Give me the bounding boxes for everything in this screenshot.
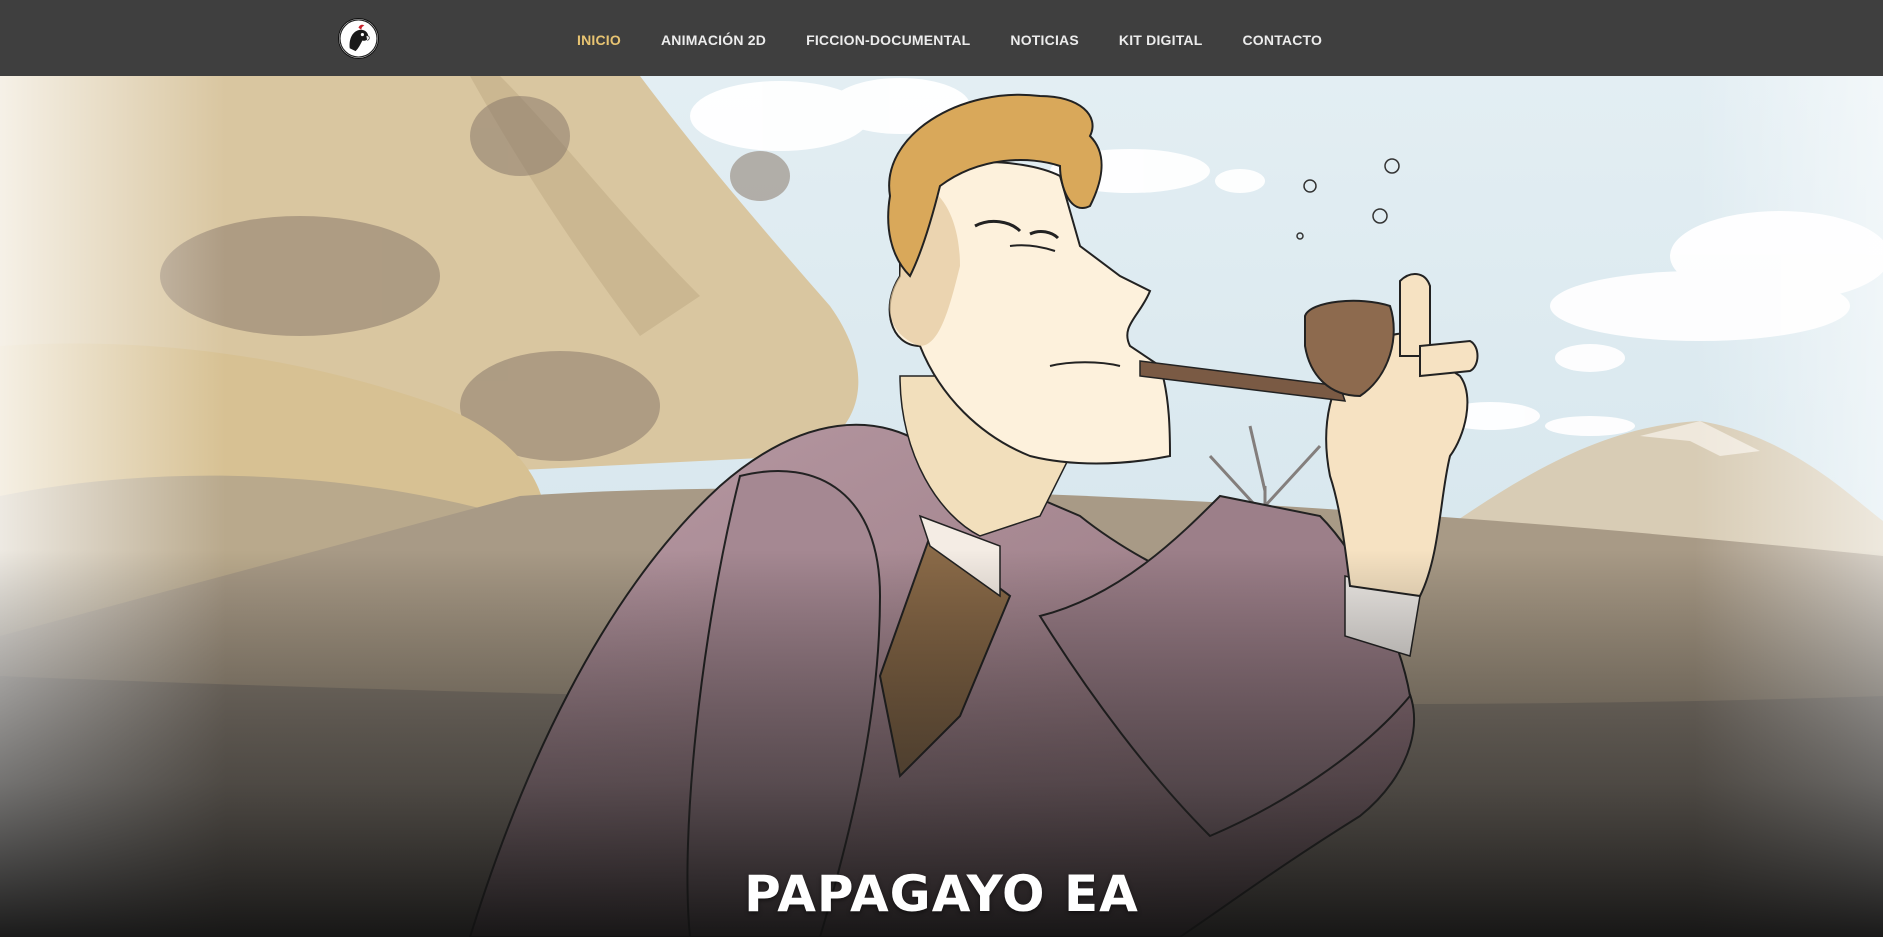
nav-ficcion-documental[interactable]: FICCION-DOCUMENTAL [806, 32, 970, 48]
nav-animacion-2d[interactable]: ANIMACIÓN 2D [661, 32, 766, 48]
hero-banner: PAPAGAYO EA [0, 76, 1883, 937]
main-menu: INICIO ANIMACIÓN 2D FICCION-DOCUMENTAL N… [577, 0, 1362, 80]
parrot-logo-icon[interactable] [339, 19, 378, 58]
top-navigation-bar: INICIO ANIMACIÓN 2D FICCION-DOCUMENTAL N… [0, 0, 1883, 76]
hero-illustration [0, 76, 1883, 937]
nav-noticias[interactable]: NOTICIAS [1010, 32, 1079, 48]
nav-kit-digital[interactable]: KIT DIGITAL [1119, 32, 1203, 48]
nav-contacto[interactable]: CONTACTO [1243, 32, 1323, 48]
hero-title: PAPAGAYO EA [744, 864, 1139, 923]
nav-inicio[interactable]: INICIO [577, 32, 621, 48]
